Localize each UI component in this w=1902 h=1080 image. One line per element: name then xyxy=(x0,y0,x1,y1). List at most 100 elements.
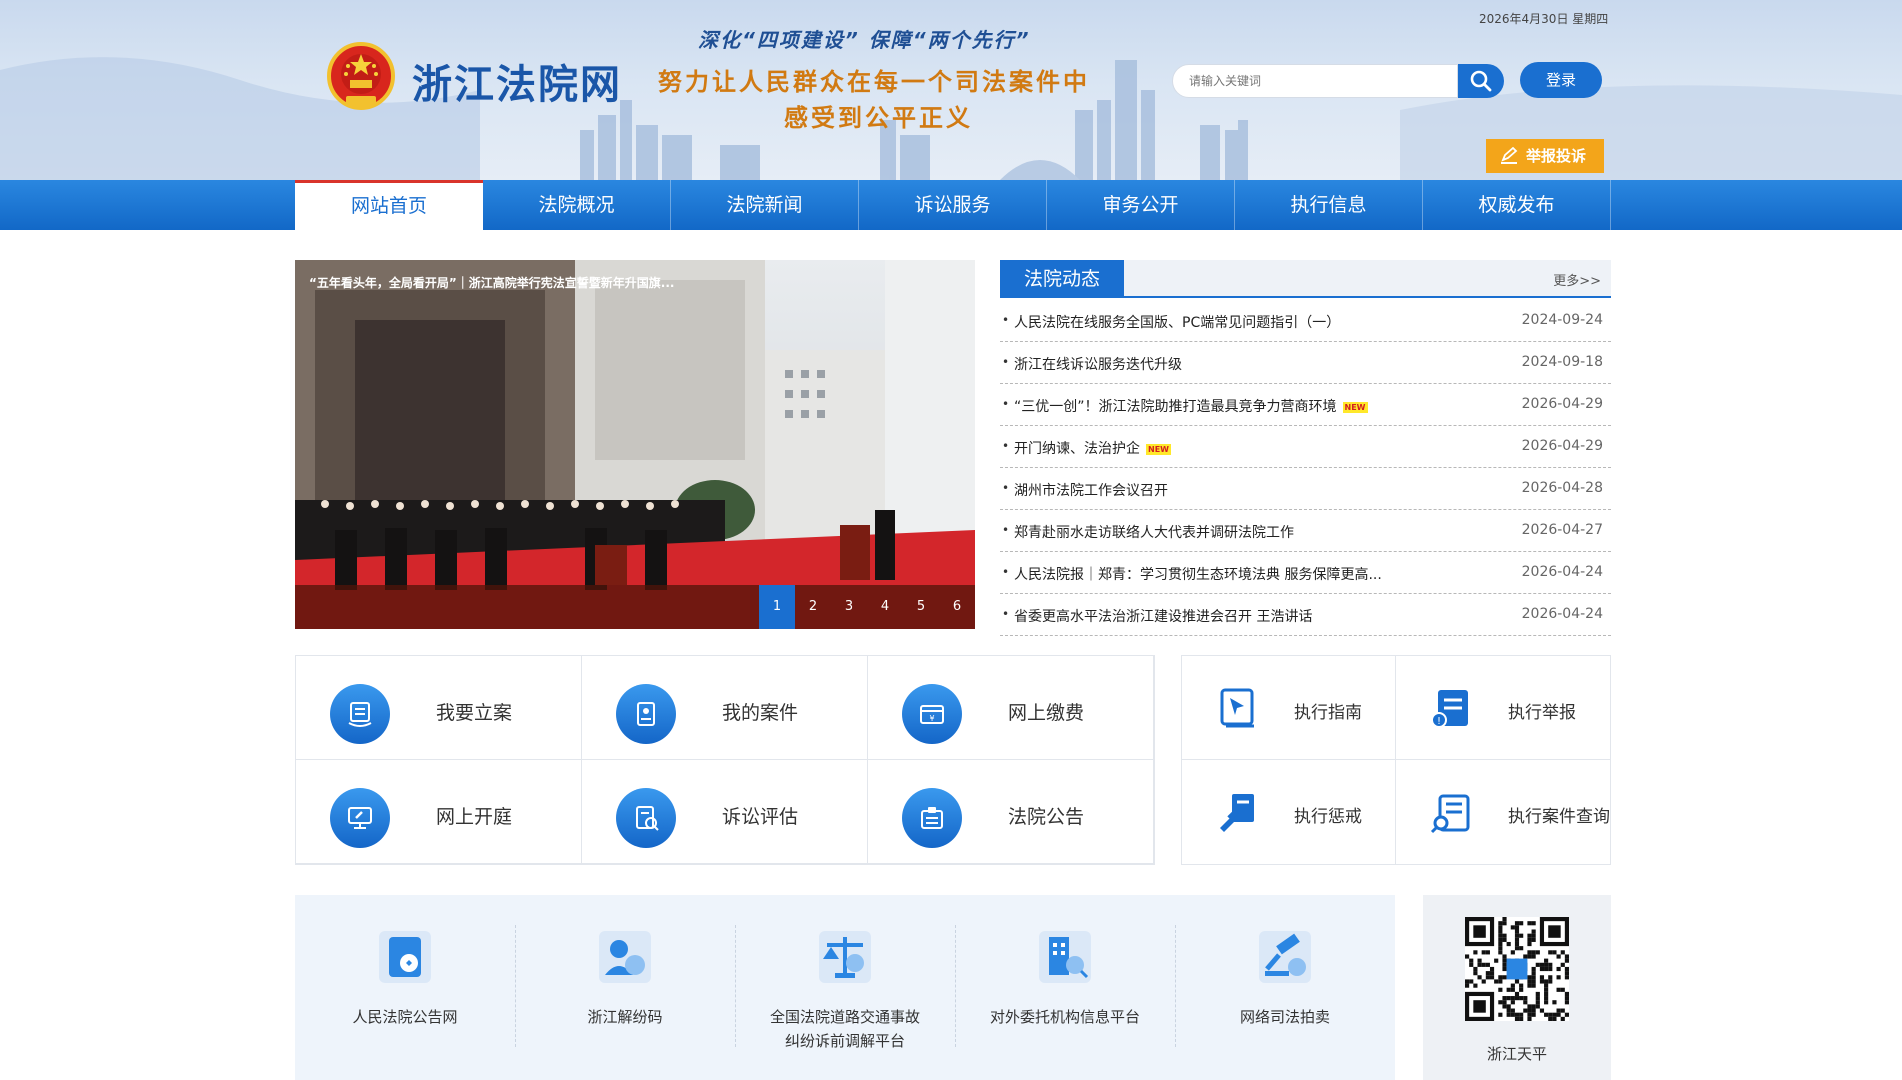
service-my-cases[interactable]: 我的案件 xyxy=(582,656,868,760)
report-icon: ! xyxy=(1431,690,1468,728)
new-badge: NEW xyxy=(1146,443,1171,455)
news-item[interactable]: • 开门纳谏、法治护企 NEW 2026-04-29 xyxy=(1000,426,1611,468)
news-item-date: 2024-09-18 xyxy=(1521,354,1603,370)
execution-label: 执行惩戒 xyxy=(1294,807,1362,827)
news-panel-header: 法院动态 更多>> xyxy=(1000,260,1611,298)
news-item[interactable]: • “三优一创”！浙江法院助推打造最具竞争力营商环境 NEW 2026-04-29 xyxy=(1000,384,1611,426)
bullet-icon: • xyxy=(1002,523,1010,537)
platform-zhejiang-dispute-code[interactable]: 浙江解纷码 xyxy=(515,895,735,1080)
news-carousel[interactable]: “五年看头年，全局看开局”｜浙江高院举行宪法宣誓暨新年升国旗... 1 2 3 … xyxy=(295,260,975,629)
execution-guide[interactable]: 执行指南 xyxy=(1182,656,1396,760)
service-file-case[interactable]: 我要立案 xyxy=(296,656,582,760)
news-item-date: 2026-04-29 xyxy=(1521,438,1603,454)
service-label: 我的案件 xyxy=(722,702,799,724)
service-court-announcement[interactable]: 法院公告 xyxy=(868,760,1154,864)
execution-service-grid: 执行指南 ! 执行举报 执行惩戒 执行案件查询 xyxy=(1181,655,1611,865)
carousel-dot-4[interactable]: 4 xyxy=(867,585,903,629)
news-item-date: 2026-04-29 xyxy=(1521,396,1603,412)
litigation-service-grid: 我要立案 我的案件 ¥ 网上缴费 网上开庭 诉讼评估 法院公告 xyxy=(295,655,1155,865)
news-item-title[interactable]: 湖州市法院工作会议召开 xyxy=(1014,480,1168,500)
platform-label: 浙江解纷码 xyxy=(587,1008,663,1026)
news-item[interactable]: • 人民法院报｜郑青：学习贯彻生态环境法典 服务保障更高... 2026-04-… xyxy=(1000,552,1611,594)
execution-punishment[interactable]: 执行惩戒 xyxy=(1182,760,1396,864)
platform-people-court-notice[interactable]: 人民法院公告网 xyxy=(295,895,515,1080)
news-item-title[interactable]: “三优一创”！浙江法院助推打造最具竞争力营商环境 xyxy=(1014,399,1337,415)
service-online-court[interactable]: 网上开庭 xyxy=(296,760,582,864)
site-name-logo: 浙江法院网 xyxy=(412,61,622,108)
site-header: 2026年4月30日 星期四 浙江法院网 深化“四项建设” 保障“两个先行” 努… xyxy=(0,0,1902,180)
search-input[interactable] xyxy=(1172,64,1458,98)
nav-item-home[interactable]: 网站首页 xyxy=(295,180,483,230)
news-item[interactable]: • 省委更高水平法治浙江建设推进会召开 王浩讲话 2026-04-24 xyxy=(1000,594,1611,636)
execution-label: 执行指南 xyxy=(1294,703,1362,723)
new-badge: NEW xyxy=(1342,401,1368,413)
news-item-title[interactable]: 浙江在线诉讼服务迭代升级 xyxy=(1014,354,1182,374)
carousel-dot-2[interactable]: 2 xyxy=(795,585,831,629)
news-more-link[interactable]: 更多>> xyxy=(1553,270,1601,289)
main-navigation: 网站首页 法院概况 法院新闻 诉讼服务 审务公开 执行信息 权威发布 xyxy=(0,180,1902,230)
traffic-mediation-icon xyxy=(819,931,871,983)
file-case-icon xyxy=(330,684,390,744)
login-button[interactable]: 登录 xyxy=(1520,62,1602,98)
news-item-title[interactable]: 人民法院报｜郑青：学习贯彻生态环境法典 服务保障更高... xyxy=(1014,564,1382,584)
carousel-dot-1[interactable]: 1 xyxy=(759,585,795,629)
news-item[interactable]: • 人民法院在线服务全国版、PC端常见问题指引（一） 2024-09-24 xyxy=(1000,300,1611,342)
news-item-title-wrap[interactable]: “三优一创”！浙江法院助推打造最具竞争力营商环境 NEW xyxy=(1014,396,1368,416)
search-icon xyxy=(1470,70,1492,92)
nav-item-execution-info[interactable]: 执行信息 xyxy=(1235,180,1423,230)
news-item[interactable]: • 郑青赴丽水走访联络人大代表并调研法院工作 2026-04-27 xyxy=(1000,510,1611,552)
service-label: 法院公告 xyxy=(1008,806,1085,828)
carousel-dot-5[interactable]: 5 xyxy=(903,585,939,629)
carousel-dot-3[interactable]: 3 xyxy=(831,585,867,629)
execution-report[interactable]: ! 执行举报 xyxy=(1396,656,1610,760)
carousel-dot-6[interactable]: 6 xyxy=(939,585,975,629)
report-complaint-button[interactable]: 举报投诉 xyxy=(1486,139,1604,173)
bullet-icon: • xyxy=(1002,565,1010,579)
announcement-icon xyxy=(902,788,962,848)
news-item-date: 2026-04-28 xyxy=(1521,480,1603,496)
platform-traffic-mediation[interactable]: 全国法院道路交通事故 纠纷诉前调解平台 xyxy=(735,895,955,1080)
nav-item-trial-publicity[interactable]: 审务公开 xyxy=(1047,180,1235,230)
search-button[interactable] xyxy=(1458,64,1504,98)
news-item-title[interactable]: 开门纳谏、法治护企 xyxy=(1014,441,1140,457)
nav-item-litigation-service[interactable]: 诉讼服务 xyxy=(859,180,1047,230)
notice-site-icon xyxy=(379,931,431,983)
news-item-title[interactable]: 人民法院在线服务全国版、PC端常见问题指引（一） xyxy=(1014,312,1340,332)
service-litigation-assessment[interactable]: 诉讼评估 xyxy=(582,760,868,864)
news-item-date: 2026-04-24 xyxy=(1521,564,1603,580)
news-item-title-wrap[interactable]: 开门纳谏、法治护企 NEW xyxy=(1014,438,1171,458)
auction-icon xyxy=(1259,931,1311,983)
news-item[interactable]: • 湖州市法院工作会议召开 2026-04-28 xyxy=(1000,468,1611,510)
nav-item-court-news[interactable]: 法院新闻 xyxy=(671,180,859,230)
gavel-icon xyxy=(1220,794,1254,832)
news-item-title[interactable]: 省委更高水平法治浙江建设推进会召开 王浩讲话 xyxy=(1014,606,1312,626)
slogan-line-3: 感受到公平正义 xyxy=(784,104,973,132)
execution-case-query[interactable]: 执行案件查询 xyxy=(1396,760,1610,864)
svg-text:!: ! xyxy=(1437,716,1441,727)
news-item-title[interactable]: 郑青赴丽水走访联络人大代表并调研法院工作 xyxy=(1014,522,1294,542)
execution-label: 执行案件查询 xyxy=(1508,807,1610,827)
platform-agency-info[interactable]: 对外委托机构信息平台 xyxy=(955,895,1175,1080)
carousel-caption[interactable]: “五年看头年，全局看开局”｜浙江高院举行宪法宣誓暨新年升国旗... xyxy=(309,274,749,291)
bullet-icon: • xyxy=(1002,313,1010,327)
service-online-payment[interactable]: ¥ 网上缴费 xyxy=(868,656,1154,760)
news-item[interactable]: • 浙江在线诉讼服务迭代升级 2024-09-18 xyxy=(1000,342,1611,384)
news-item-date: 2026-04-27 xyxy=(1521,522,1603,538)
court-news-panel: 法院动态 更多>> • 人民法院在线服务全国版、PC端常见问题指引（一） 202… xyxy=(1000,260,1611,636)
news-item-date: 2024-09-24 xyxy=(1521,312,1603,328)
bullet-icon: • xyxy=(1002,439,1010,453)
nav-item-court-overview[interactable]: 法院概况 xyxy=(483,180,671,230)
slogan-line-1: 深化“四项建设” 保障“两个先行” xyxy=(698,28,1031,52)
platform-label: 人民法院公告网 xyxy=(352,1008,458,1026)
execution-label: 执行举报 xyxy=(1508,703,1576,723)
nav-item-official-release[interactable]: 权威发布 xyxy=(1423,180,1611,230)
agency-info-icon xyxy=(1039,931,1091,983)
qr-code-label: 浙江天平 xyxy=(1486,1045,1547,1063)
query-icon xyxy=(1430,794,1470,834)
carousel-photo[interactable] xyxy=(295,260,975,629)
news-panel-title[interactable]: 法院动态 xyxy=(1000,260,1124,298)
qr-code-panel: 浙江天平 xyxy=(1423,895,1611,1080)
slogan-line-2: 努力让人民群众在每一个司法案件中 xyxy=(658,68,1090,96)
platform-judicial-auction[interactable]: 网络司法拍卖 xyxy=(1175,895,1395,1080)
news-list: • 人民法院在线服务全国版、PC端常见问题指引（一） 2024-09-24 • … xyxy=(1000,300,1611,636)
